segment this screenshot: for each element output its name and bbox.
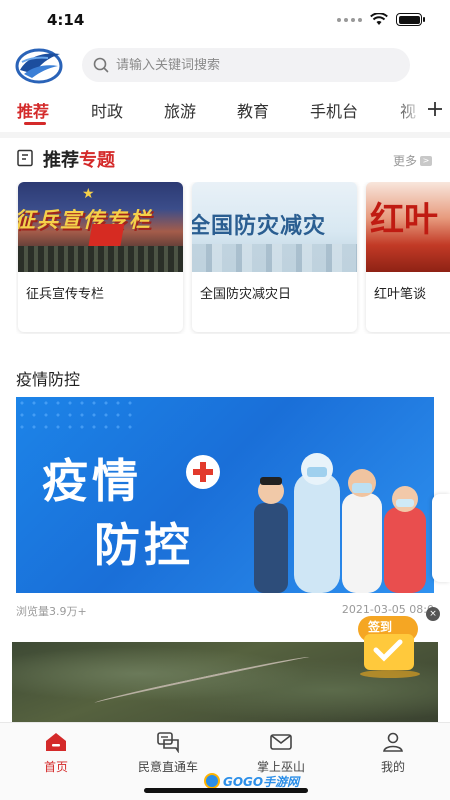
- watermark-text: GOGO手游网: [223, 774, 300, 789]
- dot-pattern: [16, 397, 136, 437]
- wifi-icon: [370, 13, 388, 25]
- special-topics-title: 推荐专题: [43, 146, 115, 172]
- more-label: 更多: [392, 154, 417, 168]
- search-icon: [93, 57, 109, 73]
- app-logo: [15, 48, 63, 84]
- close-icon[interactable]: ×: [426, 607, 440, 621]
- title-highlight: 专题: [79, 150, 115, 171]
- signal-icon: [337, 17, 362, 22]
- tab-politics[interactable]: 时政: [91, 98, 123, 122]
- road-graphic: [93, 654, 311, 706]
- banner-text-line1: 疫情: [42, 454, 142, 508]
- add-channel-icon[interactable]: [426, 100, 444, 118]
- chat-icon: [157, 732, 179, 753]
- user-icon: [383, 732, 403, 752]
- signin-widget[interactable]: 签到 ×: [350, 607, 440, 678]
- signin-badge-icon: [358, 616, 420, 678]
- active-tab-indicator: [24, 122, 46, 125]
- nav-label: 民意直通车: [137, 760, 198, 774]
- view-count: 浏览量3.9万+: [16, 605, 87, 618]
- topic-card-image: ★ 征兵宣传专栏: [18, 182, 183, 272]
- card-image-text: 全国防灾减灾: [192, 213, 327, 239]
- search-bar[interactable]: [82, 48, 410, 82]
- home-indicator[interactable]: [144, 788, 308, 793]
- topic-card-image: 红叶: [366, 182, 450, 272]
- search-input[interactable]: [116, 57, 386, 73]
- nav-wushan[interactable]: 掌上巫山: [236, 731, 326, 775]
- star-icon: ★: [82, 186, 95, 202]
- topic-card-title: 红叶笔谈: [374, 287, 427, 302]
- topic-card-title: 全国防灾减灾日: [200, 287, 292, 302]
- nav-public-opinion[interactable]: 民意直通车: [123, 731, 213, 775]
- tab-travel[interactable]: 旅游: [164, 98, 196, 122]
- document-icon: [17, 149, 33, 167]
- chevron-right-icon: >: [420, 155, 432, 166]
- topic-card[interactable]: ★ 征兵宣传专栏 征兵宣传专栏: [18, 182, 183, 332]
- tab-mobile-tv[interactable]: 手机台: [310, 98, 358, 122]
- category-tabs: 推荐 时政 旅游 教育 手机台 视: [0, 94, 450, 128]
- card-image-text: 征兵宣传专栏: [18, 208, 152, 232]
- medical-cross-icon: [186, 455, 220, 489]
- topic-card-title: 征兵宣传专栏: [26, 287, 105, 302]
- banner-text-line2: 防控: [94, 518, 194, 572]
- status-icons: [337, 13, 425, 26]
- more-link[interactable]: 更多 >: [393, 152, 432, 169]
- battery-icon: [396, 13, 425, 26]
- tab-recommend[interactable]: 推荐: [17, 98, 49, 122]
- nav-profile[interactable]: 我的: [348, 731, 438, 775]
- status-bar: 4:14: [0, 0, 450, 40]
- special-topics-header: 推荐专题 更多 >: [16, 146, 436, 172]
- home-icon: [46, 733, 66, 751]
- topic-card-image: 全国防灾减灾: [192, 182, 357, 272]
- troops-graphic: [18, 246, 183, 272]
- city-graphic: [192, 244, 357, 272]
- signin-label: 签到: [368, 620, 393, 634]
- tab-education[interactable]: 教育: [237, 98, 269, 122]
- epidemic-banner[interactable]: 疫情 防控: [16, 397, 434, 593]
- section-divider: [0, 132, 450, 138]
- side-drawer-handle[interactable]: [432, 494, 450, 582]
- status-time: 4:14: [47, 11, 85, 29]
- nav-label: 首页: [43, 760, 68, 774]
- header: [0, 44, 450, 86]
- card-image-text: 红叶: [370, 200, 438, 240]
- medical-workers-illustration: [254, 453, 426, 593]
- mail-icon: [270, 734, 292, 750]
- topic-cards: ★ 征兵宣传专栏 征兵宣传专栏 全国防灾减灾 全国防灾减灾日 红叶 红叶笔谈: [16, 182, 450, 334]
- title-prefix: 推荐: [43, 150, 79, 171]
- epidemic-section-title: 疫情防控: [16, 370, 81, 389]
- topic-card[interactable]: 红叶 红叶笔谈: [366, 182, 450, 332]
- tabs-fade: [394, 94, 424, 128]
- nav-home[interactable]: 首页: [11, 731, 101, 775]
- watermark-logo-icon: [204, 773, 220, 789]
- nav-label: 我的: [380, 760, 405, 774]
- topic-card[interactable]: 全国防灾减灾 全国防灾减灾日: [192, 182, 357, 332]
